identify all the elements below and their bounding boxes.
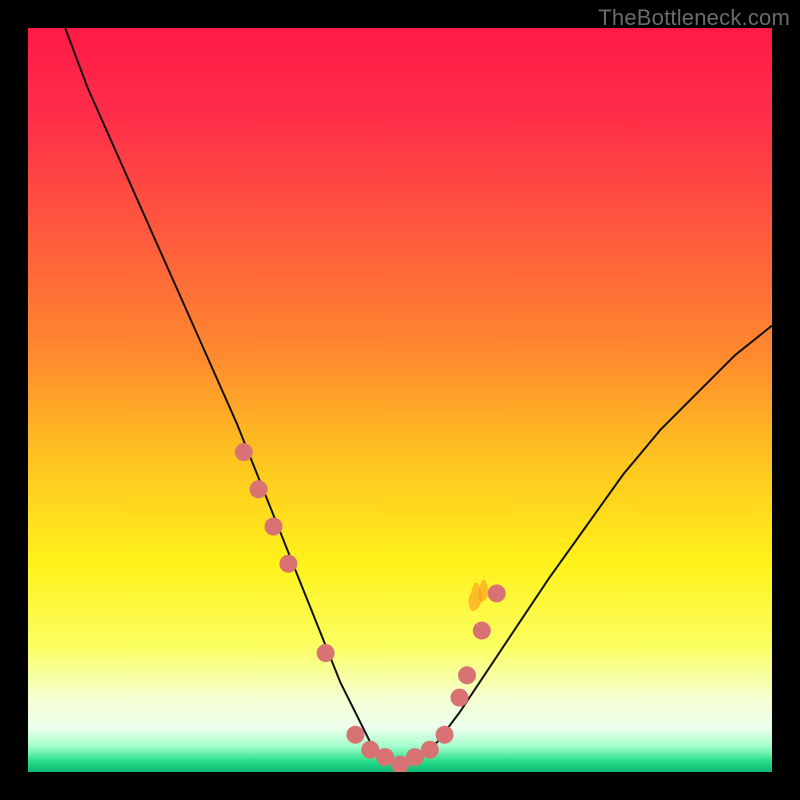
plot-area — [28, 28, 772, 772]
curve-marker — [488, 584, 506, 602]
curve-marker — [317, 644, 335, 662]
curve-marker — [421, 741, 439, 759]
curve-marker — [279, 555, 297, 573]
gradient-background — [28, 28, 772, 772]
curve-marker — [346, 726, 364, 744]
chart-frame: TheBottleneck.com — [0, 0, 800, 800]
curve-marker — [250, 480, 268, 498]
curve-marker — [451, 689, 469, 707]
watermark-text: TheBottleneck.com — [598, 5, 790, 31]
chart-svg — [28, 28, 772, 772]
curve-marker — [235, 443, 253, 461]
curve-marker — [473, 622, 491, 640]
curve-marker — [436, 726, 454, 744]
curve-marker — [265, 518, 283, 536]
curve-marker — [458, 666, 476, 684]
